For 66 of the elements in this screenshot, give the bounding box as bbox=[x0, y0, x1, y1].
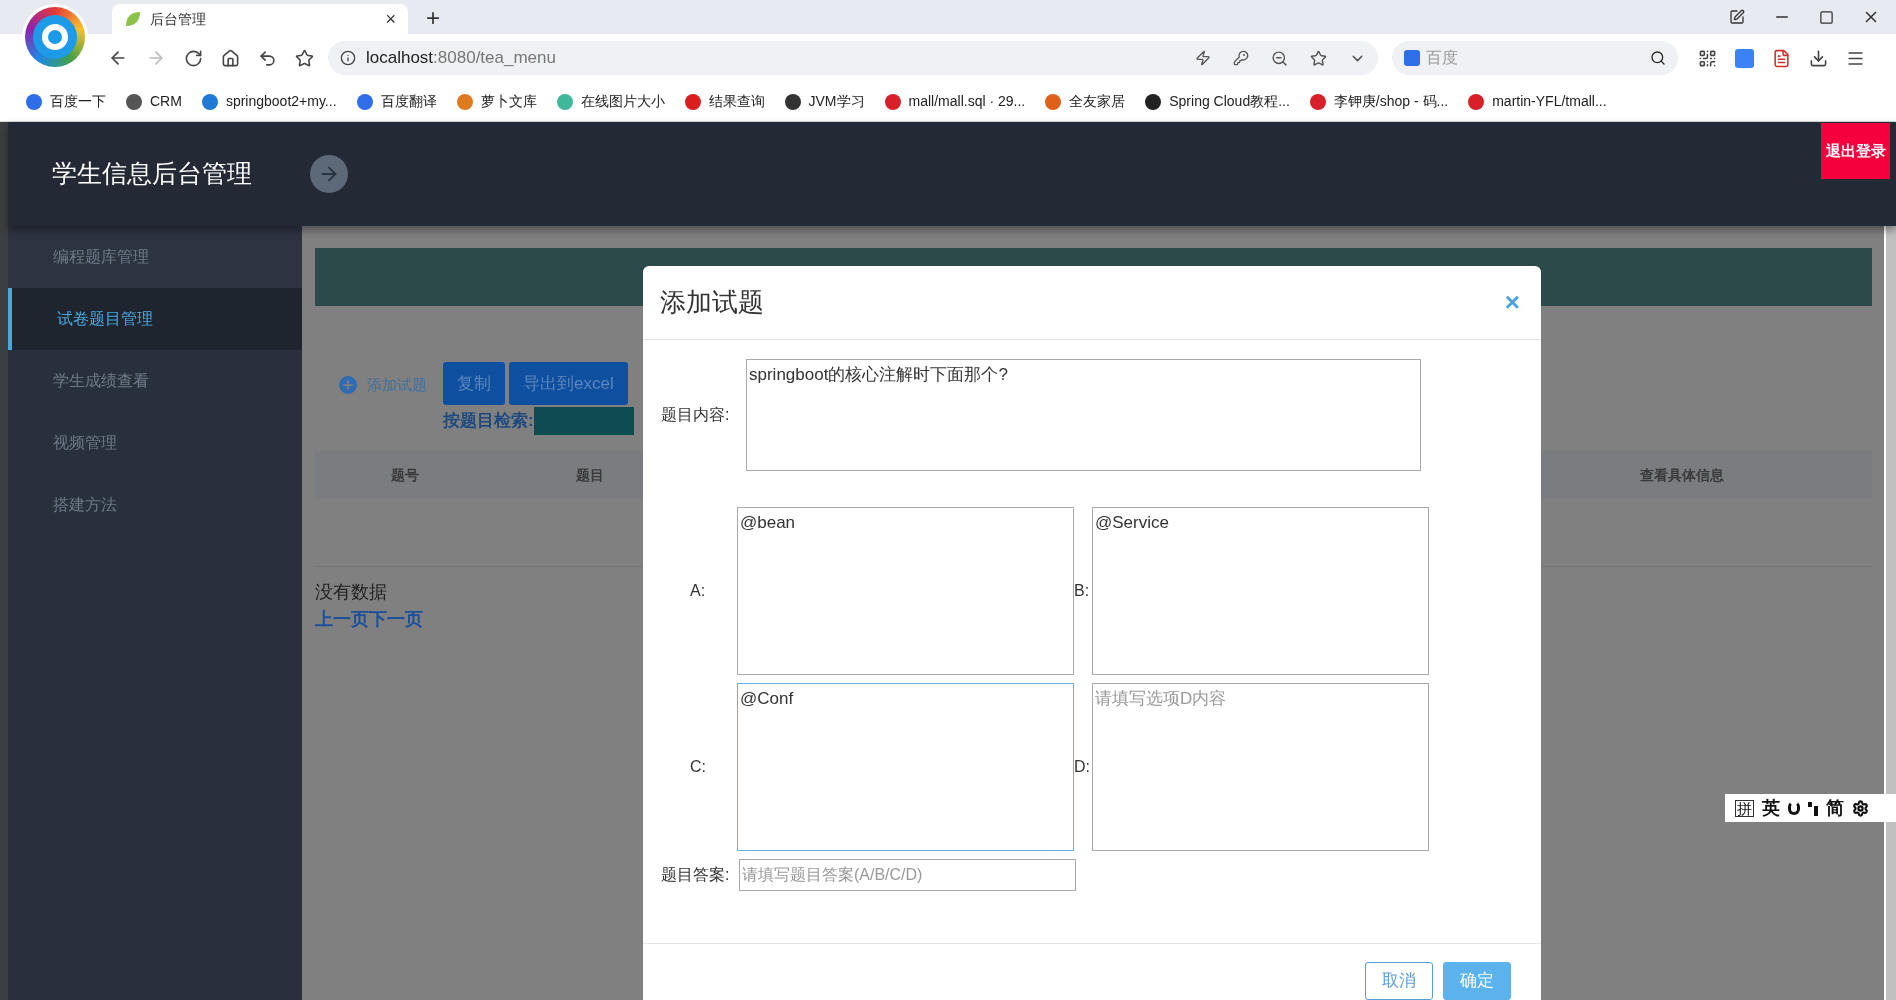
ime-mode-label[interactable]: 拼 bbox=[1735, 799, 1754, 817]
address-url: localhost:8080/tea_menu bbox=[366, 47, 556, 70]
column-header: 题目 bbox=[575, 465, 605, 485]
sidebar-item[interactable]: 试卷题目管理 bbox=[8, 288, 302, 350]
question-textarea[interactable]: springboot的核心注解时下面那个? bbox=[746, 359, 1421, 471]
empty-message: 没有数据 bbox=[315, 581, 387, 604]
qr-code-icon[interactable] bbox=[1698, 48, 1717, 68]
bookmark[interactable]: 李钾庚/shop - 码... bbox=[1309, 91, 1449, 112]
option-textarea[interactable]: @Service bbox=[1092, 507, 1429, 675]
bookmark[interactable]: 萝卜文库 bbox=[456, 91, 537, 112]
column-header: 题号 bbox=[390, 465, 420, 485]
bookmark[interactable]: 百度一下 bbox=[26, 91, 106, 112]
column-header: 查看具体信息 bbox=[1639, 465, 1725, 485]
bookmark[interactable]: JVM学习 bbox=[784, 91, 865, 112]
download-icon[interactable] bbox=[1809, 48, 1828, 68]
star-icon[interactable] bbox=[295, 48, 314, 68]
tab-title: 后台管理 bbox=[150, 9, 206, 29]
edit-icon[interactable] bbox=[1729, 9, 1745, 25]
bookmark[interactable]: martin-YFL/tmall... bbox=[1468, 91, 1607, 112]
field-label: 题目答案: bbox=[661, 865, 731, 885]
pdf-icon[interactable] bbox=[1772, 48, 1791, 68]
ime-script-label[interactable]: 简 bbox=[1826, 794, 1844, 822]
tab-close-button[interactable]: × bbox=[385, 5, 396, 33]
bookmark[interactable]: 百度翻译 bbox=[356, 91, 437, 112]
arrow-right-icon[interactable] bbox=[310, 155, 348, 193]
zoom-out-icon[interactable] bbox=[1271, 49, 1288, 67]
browser-tab[interactable]: 后台管理 × bbox=[112, 4, 408, 34]
search-label: 按题目检索: bbox=[443, 410, 534, 433]
answer-field[interactable]: 请填写题目答案(A/B/C/D) bbox=[739, 859, 1076, 891]
dialog-title: 添加试题 bbox=[660, 286, 764, 319]
bookmark[interactable]: mall/mall.sql · 29... bbox=[884, 91, 1026, 112]
option-label: B: bbox=[1074, 581, 1091, 601]
reload-icon[interactable] bbox=[184, 48, 203, 68]
bookmark[interactable]: 全友家居 bbox=[1045, 91, 1126, 112]
punctuation-icon[interactable] bbox=[1808, 802, 1818, 814]
option-textarea[interactable]: 请填写选项D内容 bbox=[1092, 683, 1429, 851]
leaf-icon bbox=[124, 10, 142, 28]
home-icon[interactable] bbox=[221, 48, 240, 68]
option-label: A: bbox=[689, 581, 707, 601]
search-icon[interactable] bbox=[1650, 50, 1666, 66]
search-input[interactable] bbox=[533, 407, 634, 435]
bookmark[interactable]: 结果查询 bbox=[684, 91, 765, 112]
lightning-icon[interactable] bbox=[1195, 50, 1211, 66]
bookmark[interactable]: CRM bbox=[126, 91, 182, 112]
scrollbar[interactable] bbox=[1884, 226, 1896, 1000]
option-textarea[interactable]: @bean bbox=[737, 507, 1074, 675]
undo-icon[interactable] bbox=[258, 48, 277, 68]
info-icon bbox=[340, 50, 356, 66]
address-bar[interactable]: localhost:8080/tea_menu bbox=[328, 41, 1378, 75]
option-label: D: bbox=[1074, 757, 1091, 777]
logout-button[interactable]: 退出登录 bbox=[1821, 123, 1890, 179]
option-label: C: bbox=[689, 757, 707, 777]
field-label: 题目内容: bbox=[661, 405, 731, 425]
new-tab-button[interactable]: + bbox=[426, 6, 440, 30]
site-title: 学生信息后台管理 bbox=[52, 158, 252, 190]
settings-icon[interactable] bbox=[1852, 799, 1869, 817]
ime-language-label[interactable]: 英 bbox=[1762, 794, 1780, 822]
bookmark[interactable]: 在线图片大小 bbox=[556, 91, 665, 112]
option-textarea[interactable]: @Conf bbox=[737, 683, 1074, 851]
maximize-icon[interactable] bbox=[1819, 9, 1834, 25]
search-placeholder: 百度 bbox=[1426, 48, 1458, 68]
bookmark[interactable]: springboot2+my... bbox=[201, 91, 337, 112]
bookmark[interactable]: Spring Cloud教程... bbox=[1145, 91, 1290, 112]
star-icon[interactable] bbox=[1310, 49, 1327, 67]
plus-icon bbox=[339, 376, 357, 395]
key-icon[interactable] bbox=[1233, 50, 1249, 66]
